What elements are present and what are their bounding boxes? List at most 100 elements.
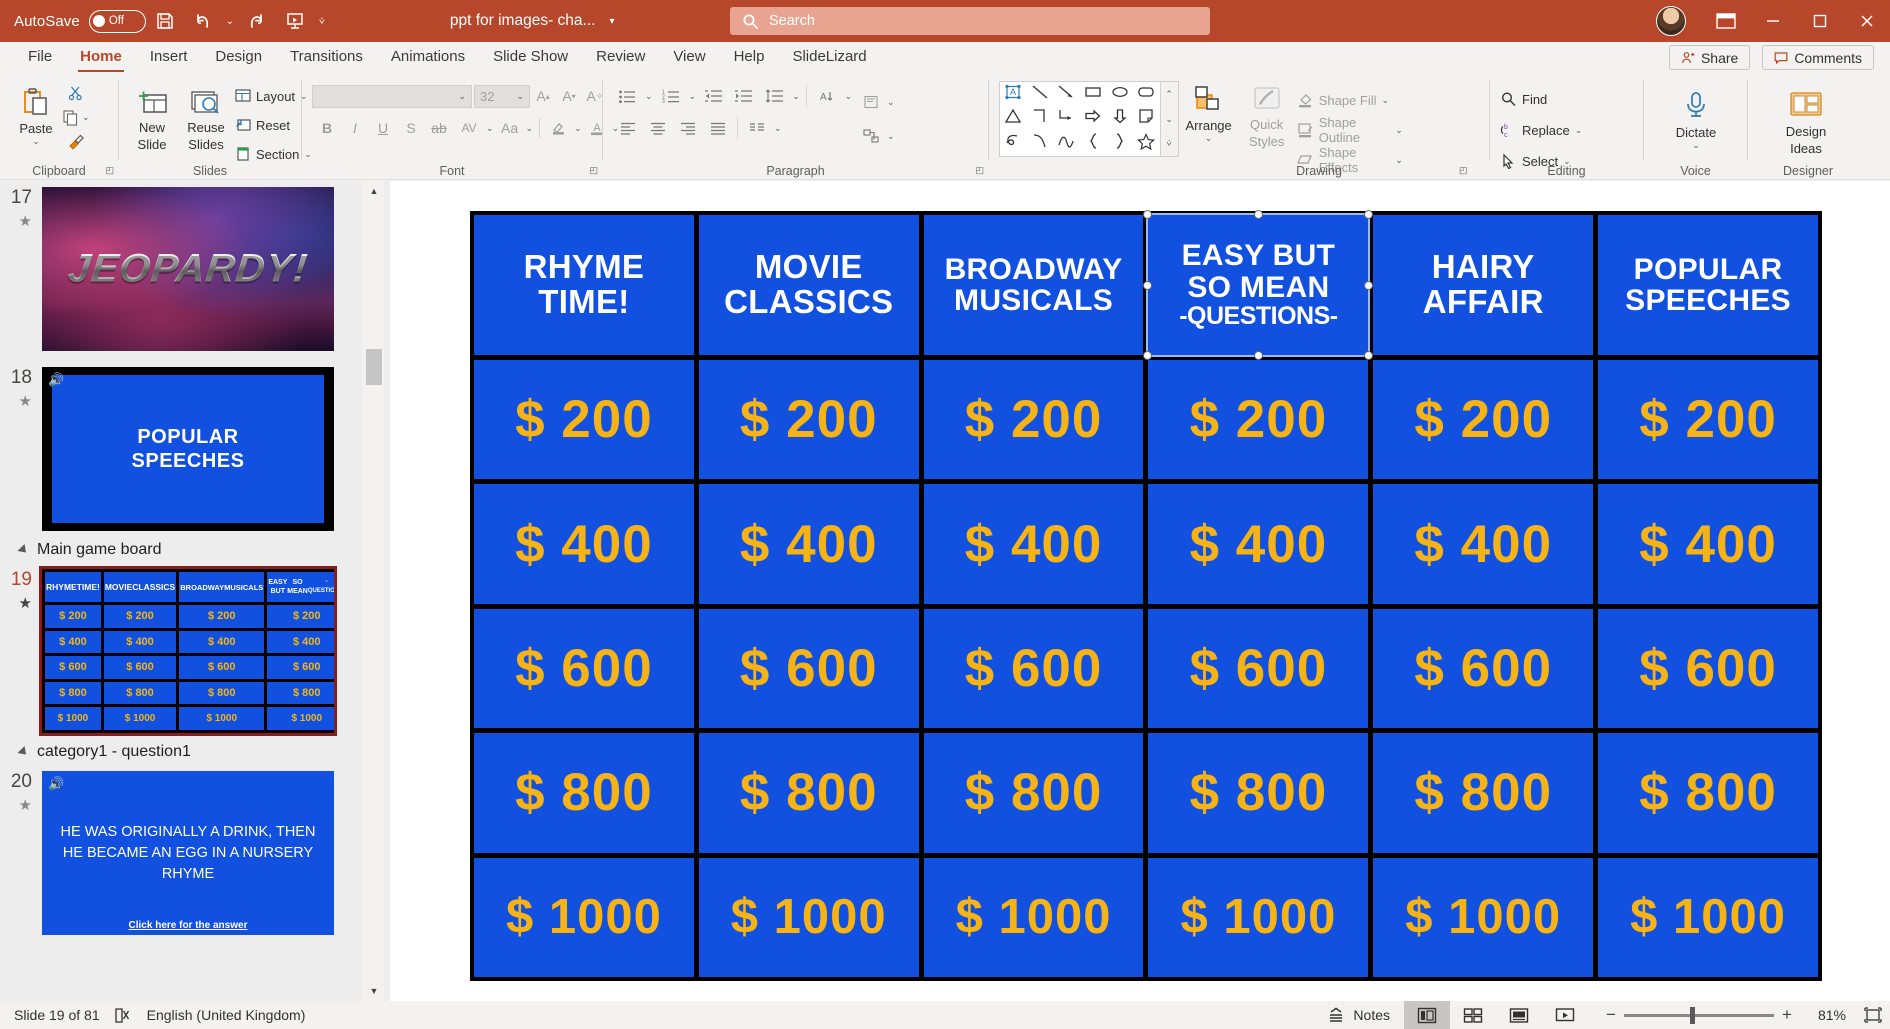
align-text-button[interactable] (858, 90, 884, 114)
shape-line-icon[interactable] (1030, 83, 1050, 106)
tab-review[interactable]: Review (582, 45, 659, 70)
ribbon-display-options-icon[interactable] (1702, 0, 1749, 42)
font-name-dropdown-icon[interactable]: ⌄ (458, 91, 466, 102)
shape-textbox-icon[interactable]: A (1003, 83, 1023, 106)
selection-handle[interactable] (1364, 351, 1373, 360)
shape-right-arrow-icon[interactable] (1083, 107, 1103, 130)
replace-button[interactable]: bc Replace ⌄ (1500, 117, 1582, 143)
view-slideshow-button[interactable] (1542, 1001, 1588, 1029)
zoom-out-button[interactable]: − (1598, 1005, 1624, 1025)
slide-thumbnail-panel[interactable]: 17 ★ JEOPARDY! 18 ★ 🔊 POPULAR SPEECHES M… (0, 181, 362, 1001)
bold-button[interactable]: B (314, 116, 340, 140)
scroll-up-icon[interactable]: ▲ (364, 181, 384, 201)
value-cell[interactable]: $ 800 (699, 733, 919, 852)
maximize-button[interactable] (1796, 0, 1843, 42)
value-cell[interactable]: $ 400 (1148, 484, 1368, 603)
value-cell[interactable]: $ 600 (1148, 609, 1368, 728)
drawing-dialog-launcher[interactable]: ◰ (1459, 165, 1468, 176)
zoom-level[interactable]: 81% (1810, 1007, 1856, 1023)
line-spacing-dropdown-icon[interactable]: ⌄ (792, 91, 800, 102)
new-slide-button[interactable]: New Slide (127, 80, 177, 167)
align-center-button[interactable] (645, 116, 671, 140)
change-case-button[interactable]: Aa (496, 116, 524, 140)
paragraph-dialog-launcher[interactable]: ◰ (975, 165, 984, 176)
shape-arrow-icon[interactable] (1056, 83, 1076, 106)
selection-handle[interactable] (1364, 210, 1373, 219)
selection-handle[interactable] (1143, 210, 1152, 219)
category-cell-5[interactable]: HAIRY AFFAIR (1373, 215, 1593, 355)
convert-smartart-dropdown-icon[interactable]: ⌄ (887, 131, 895, 142)
undo-dropdown-icon[interactable]: ⌄ (222, 16, 238, 27)
shape-left-brace-icon[interactable] (1083, 132, 1103, 155)
value-cell[interactable]: $ 1000 (924, 858, 1144, 977)
font-dialog-launcher[interactable]: ◰ (589, 165, 598, 176)
comments-button[interactable]: Comments (1762, 45, 1874, 70)
tab-insert[interactable]: Insert (136, 45, 202, 70)
minimize-button[interactable] (1749, 0, 1796, 42)
slide-thumbnail-19[interactable]: 19 ★ RHYMETIME! MOVIECLASSICS BROADWAYMU… (0, 565, 362, 737)
value-cell[interactable]: $ 800 (924, 733, 1144, 852)
value-cell[interactable]: $ 200 (1148, 360, 1368, 479)
change-case-dropdown-icon[interactable]: ⌄ (526, 123, 534, 134)
title-dropdown-icon[interactable]: ▾ (609, 16, 614, 27)
paste-dropdown-icon[interactable]: ⌄ (32, 136, 40, 147)
collapse-triangle-icon[interactable] (17, 746, 29, 758)
fit-slide-to-window-button[interactable] (1856, 1001, 1890, 1029)
tab-help[interactable]: Help (720, 45, 779, 70)
character-spacing-dropdown-icon[interactable]: ⌄ (486, 123, 494, 134)
slide-thumbnail-20[interactable]: 20 ★ 🔊 HE WAS ORIGINALLY A DRINK, THEN H… (0, 767, 362, 939)
value-cell[interactable]: $ 400 (924, 484, 1144, 603)
category-cell-1[interactable]: RHYME TIME! (474, 215, 694, 355)
reuse-slides-button[interactable]: Reuse Slides (181, 80, 231, 167)
tab-file[interactable]: File (14, 45, 66, 70)
shape-star-icon[interactable] (1136, 132, 1156, 155)
align-text-dropdown-icon[interactable]: ⌄ (887, 97, 895, 108)
shape-outline-dropdown-icon[interactable]: ⌄ (1395, 125, 1403, 136)
thumbnail-image-20[interactable]: 🔊 HE WAS ORIGINALLY A DRINK, THEN HE BEC… (42, 771, 334, 935)
shape-elbow-connector-icon[interactable] (1030, 107, 1050, 130)
category-cell-4[interactable]: EASY BUT SO MEAN -QUESTIONS- (1148, 215, 1368, 355)
answer-link[interactable]: Click here for the answer (129, 920, 248, 931)
accessibility-checker-button[interactable] (114, 1001, 145, 1029)
text-direction-button[interactable]: A (813, 84, 841, 108)
shape-fill-button[interactable]: Shape Fill ⌄ (1297, 87, 1403, 113)
copy-button[interactable] (62, 106, 79, 128)
shape-oval-icon[interactable] (1110, 83, 1130, 106)
shape-rounded-rect-icon[interactable] (1136, 83, 1156, 106)
tab-slidelizard[interactable]: SlideLizard (778, 45, 880, 70)
value-cell[interactable]: $ 1000 (1373, 858, 1593, 977)
justify-button[interactable] (705, 116, 731, 140)
shapes-more-icon[interactable]: ⩒ (1161, 131, 1178, 156)
increase-indent-button[interactable] (730, 84, 756, 108)
line-spacing-button[interactable] (760, 84, 788, 108)
value-cell[interactable]: $ 800 (1148, 733, 1368, 852)
slide-thumbnail-17[interactable]: 17 ★ JEOPARDY! (0, 183, 362, 355)
tab-home[interactable]: Home (66, 45, 136, 70)
value-cell[interactable]: $ 600 (1373, 609, 1593, 728)
shape-curve-icon[interactable] (1030, 132, 1050, 155)
value-cell[interactable]: $ 1000 (1148, 858, 1368, 977)
language-indicator[interactable]: English (United Kingdom) (145, 1001, 320, 1029)
text-highlight-button[interactable] (546, 116, 572, 140)
font-name-input[interactable]: ⌄ (312, 85, 472, 108)
document-title[interactable]: ppt for images- cha... (450, 12, 596, 30)
bullets-dropdown-icon[interactable]: ⌄ (645, 91, 653, 102)
quick-styles-button[interactable]: Quick Styles (1239, 81, 1295, 173)
shape-elbow-arrow-icon[interactable] (1056, 107, 1076, 130)
share-button[interactable]: Share (1669, 45, 1750, 70)
value-cell[interactable]: $ 800 (1598, 733, 1818, 852)
dictate-dropdown-icon[interactable]: ⌄ (1692, 140, 1700, 151)
tab-animations[interactable]: Animations (377, 45, 479, 70)
selection-handle[interactable] (1254, 210, 1263, 219)
category-cell-3[interactable]: BROADWAY MUSICALS (924, 215, 1144, 355)
shape-rectangle-icon[interactable] (1083, 83, 1103, 106)
tab-view[interactable]: View (659, 45, 719, 70)
copy-dropdown-icon[interactable]: ⌄ (82, 112, 90, 123)
view-reading-button[interactable] (1496, 1001, 1542, 1029)
columns-dropdown-icon[interactable]: ⌄ (774, 123, 782, 134)
value-cell[interactable]: $ 200 (699, 360, 919, 479)
value-cell[interactable]: $ 400 (1373, 484, 1593, 603)
align-left-button[interactable] (615, 116, 641, 140)
shape-down-arrow-icon[interactable] (1110, 107, 1130, 130)
slide-panel-scrollbar[interactable]: ▲ ▼ (364, 181, 384, 1001)
